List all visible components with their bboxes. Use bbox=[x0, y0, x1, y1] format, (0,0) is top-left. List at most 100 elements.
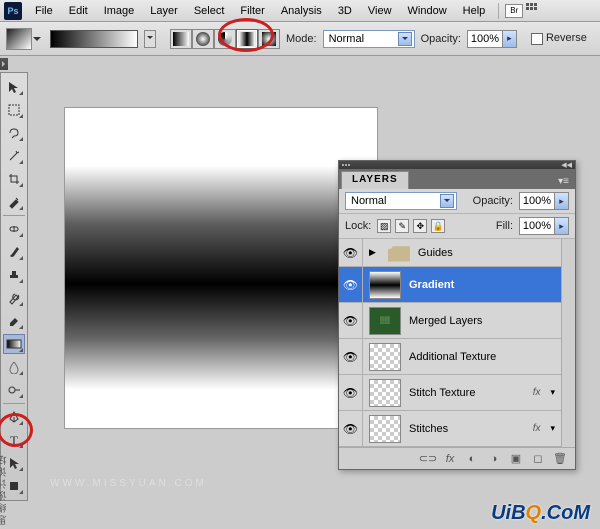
menu-filter[interactable]: Filter bbox=[233, 3, 271, 19]
layer-name[interactable]: Merged Layers bbox=[407, 315, 561, 327]
menubar: Ps File Edit Image Layer Select Filter A… bbox=[0, 0, 600, 22]
layer-name[interactable]: Additional Texture bbox=[407, 351, 561, 363]
link-layers-icon[interactable]: ⊂⊃ bbox=[421, 452, 435, 466]
adjustment-icon[interactable]: ◑ bbox=[487, 452, 501, 466]
visibility-toggle[interactable]: 👁 bbox=[339, 411, 363, 446]
expand-icon[interactable]: ▶ bbox=[363, 247, 382, 258]
menu-select[interactable]: Select bbox=[187, 3, 232, 19]
layer-fill-input[interactable] bbox=[519, 217, 569, 235]
reverse-checkbox[interactable] bbox=[531, 33, 543, 45]
bridge-icon[interactable]: Br bbox=[505, 4, 523, 18]
move-tool[interactable] bbox=[3, 77, 25, 97]
layer-name[interactable]: Stitches bbox=[407, 423, 533, 435]
gradient-type-reflected[interactable] bbox=[236, 29, 258, 49]
toolbox-dock-handle[interactable] bbox=[0, 58, 8, 70]
gradient-dropdown[interactable] bbox=[144, 30, 156, 48]
layer-name[interactable]: Guides bbox=[416, 247, 561, 259]
layers-list: 👁 ▶ Guides 👁 Gradient 👁 ▒▒ Merged Layers… bbox=[339, 239, 561, 447]
menu-3d[interactable]: 3D bbox=[331, 3, 359, 19]
menu-window[interactable]: Window bbox=[401, 3, 454, 19]
panel-menu-icon[interactable]: ▾≡ bbox=[554, 174, 573, 189]
visibility-toggle[interactable]: 👁 bbox=[339, 267, 363, 302]
lock-position-icon[interactable]: ✥ bbox=[413, 219, 427, 233]
layer-row-stitchtex[interactable]: 👁 Stitch Texture fx ▾ bbox=[339, 375, 561, 411]
layer-thumbnail[interactable] bbox=[369, 379, 401, 407]
menu-analysis[interactable]: Analysis bbox=[274, 3, 329, 19]
brush-tool[interactable] bbox=[3, 242, 25, 262]
blend-mode-select[interactable]: Normal bbox=[323, 30, 415, 48]
layer-row-group[interactable]: 👁 ▶ Guides bbox=[339, 239, 561, 267]
fx-icon[interactable]: fx bbox=[443, 452, 457, 466]
gradient-picker[interactable] bbox=[50, 30, 138, 48]
magic-wand-tool[interactable] bbox=[3, 146, 25, 166]
reverse-checkbox-wrap[interactable]: Reverse bbox=[531, 32, 587, 44]
layer-row-merged[interactable]: 👁 ▒▒ Merged Layers bbox=[339, 303, 561, 339]
lock-buttons: ▨ ✎ ✥ 🔒 bbox=[377, 219, 445, 233]
blur-tool[interactable] bbox=[3, 357, 25, 377]
tab-layers[interactable]: LAYERS bbox=[341, 171, 409, 189]
layer-row-stitches[interactable]: 👁 Stitches fx ▾ bbox=[339, 411, 561, 447]
menu-layer[interactable]: Layer bbox=[143, 3, 185, 19]
eraser-tool[interactable] bbox=[3, 311, 25, 331]
lasso-tool[interactable] bbox=[3, 123, 25, 143]
delete-layer-icon[interactable]: 🗑 bbox=[553, 452, 567, 466]
marquee-tool[interactable] bbox=[3, 100, 25, 120]
layer-opacity-input[interactable] bbox=[519, 192, 569, 210]
layer-blend-select[interactable]: Normal bbox=[345, 192, 457, 210]
panel-collapse-icon[interactable]: ◀◀ bbox=[561, 161, 572, 169]
eyedropper-tool[interactable] bbox=[3, 192, 25, 212]
opacity-input[interactable] bbox=[467, 30, 517, 48]
fx-expand-icon[interactable]: ▾ bbox=[544, 423, 561, 434]
lock-pixels-icon[interactable]: ✎ bbox=[395, 219, 409, 233]
visibility-toggle[interactable]: 👁 bbox=[339, 239, 363, 266]
layer-thumbnail[interactable] bbox=[369, 343, 401, 371]
layer-row-gradient[interactable]: 👁 Gradient bbox=[339, 267, 561, 303]
menu-help[interactable]: Help bbox=[456, 3, 493, 19]
lock-transparent-icon[interactable]: ▨ bbox=[377, 219, 391, 233]
layer-row-addtex[interactable]: 👁 Additional Texture bbox=[339, 339, 561, 375]
menu-edit[interactable]: Edit bbox=[62, 3, 95, 19]
layer-thumbnail[interactable]: ▒▒ bbox=[369, 307, 401, 335]
group-icon[interactable]: ▣ bbox=[509, 452, 523, 466]
healing-tool[interactable] bbox=[3, 219, 25, 239]
pen-tool[interactable] bbox=[3, 407, 25, 427]
panel-drag-bar[interactable]: ◀◀ bbox=[339, 161, 575, 169]
layer-thumbnail[interactable] bbox=[369, 415, 401, 443]
layer-name[interactable]: Stitch Texture bbox=[407, 387, 533, 399]
visibility-toggle[interactable]: 👁 bbox=[339, 339, 363, 374]
layer-fill-field[interactable] bbox=[520, 218, 554, 234]
crop-tool[interactable] bbox=[3, 169, 25, 189]
document-canvas[interactable] bbox=[65, 108, 377, 428]
extras-icon[interactable] bbox=[525, 2, 539, 19]
layer-opacity-step[interactable] bbox=[554, 193, 568, 209]
layer-name[interactable]: Gradient bbox=[407, 279, 561, 291]
type-tool[interactable]: T bbox=[3, 430, 25, 450]
fx-badge[interactable]: fx bbox=[533, 423, 541, 434]
layer-thumbnail[interactable] bbox=[369, 271, 401, 299]
tool-preset-picker[interactable] bbox=[6, 28, 32, 50]
menu-image[interactable]: Image bbox=[97, 3, 142, 19]
fx-badge[interactable]: fx bbox=[533, 387, 541, 398]
new-layer-icon[interactable]: ◻ bbox=[531, 452, 545, 466]
layers-scrollbar[interactable] bbox=[561, 239, 575, 447]
gradient-type-linear[interactable] bbox=[170, 29, 192, 49]
gradient-type-radial[interactable] bbox=[192, 29, 214, 49]
dodge-tool[interactable] bbox=[3, 380, 25, 400]
stamp-tool[interactable] bbox=[3, 265, 25, 285]
opacity-field[interactable] bbox=[468, 31, 502, 47]
history-brush-tool[interactable] bbox=[3, 288, 25, 308]
menu-view[interactable]: View bbox=[361, 3, 399, 19]
menu-file[interactable]: File bbox=[28, 3, 60, 19]
lock-all-icon[interactable]: 🔒 bbox=[431, 219, 445, 233]
opacity-step[interactable] bbox=[502, 31, 516, 47]
fx-expand-icon[interactable]: ▾ bbox=[544, 387, 561, 398]
options-bar: Mode: Normal Opacity: Reverse bbox=[0, 22, 600, 56]
visibility-toggle[interactable]: 👁 bbox=[339, 303, 363, 338]
layer-fill-step[interactable] bbox=[554, 218, 568, 234]
gradient-tool[interactable] bbox=[3, 334, 25, 354]
mask-icon[interactable]: ◐ bbox=[465, 452, 479, 466]
layer-opacity-field[interactable] bbox=[520, 193, 554, 209]
gradient-type-angle[interactable] bbox=[214, 29, 236, 49]
visibility-toggle[interactable]: 👁 bbox=[339, 375, 363, 410]
gradient-type-diamond[interactable] bbox=[258, 29, 280, 49]
